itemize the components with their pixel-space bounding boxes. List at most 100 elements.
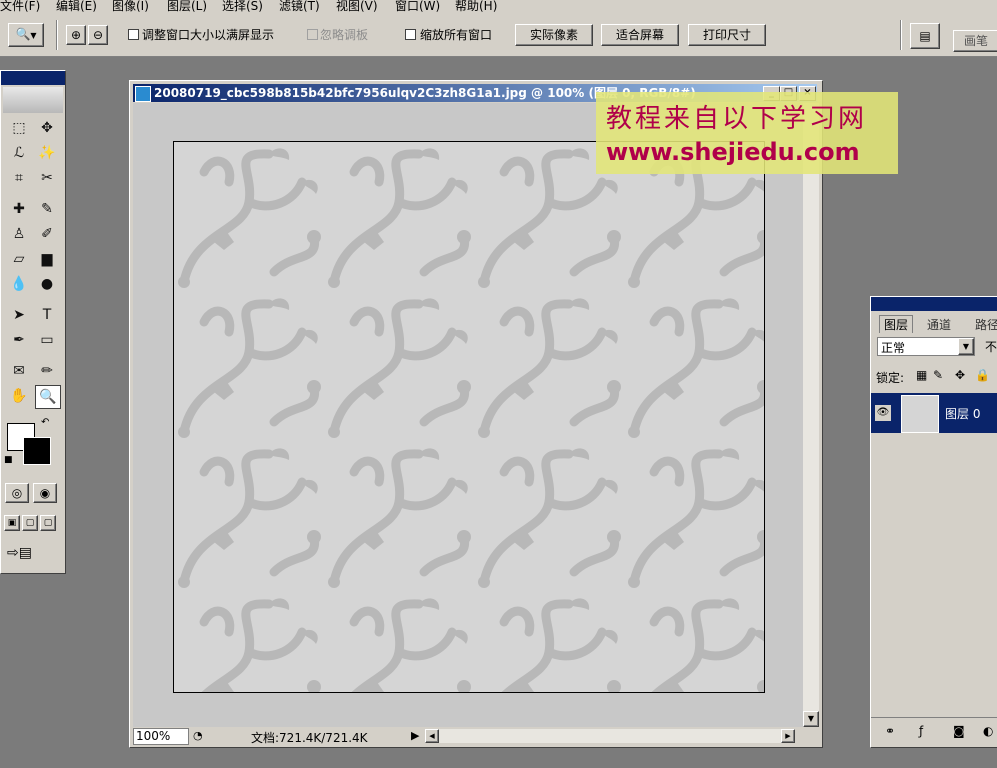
menu-window[interactable]: 窗口(W) <box>395 0 440 14</box>
print-size-button[interactable]: 打印尺寸 <box>688 24 766 46</box>
damask-pattern-image <box>174 142 764 692</box>
background-color-swatch[interactable] <box>23 437 51 465</box>
actual-pixels-button[interactable]: 实际像素 <box>515 24 593 46</box>
layer-name: 图层 0 <box>945 407 981 421</box>
brush-tool-icon[interactable]: ✎ <box>35 198 59 220</box>
lock-position-icon[interactable]: ✥ <box>955 368 965 382</box>
pen-tool-icon[interactable]: ✒ <box>7 329 31 351</box>
clone-stamp-tool-icon[interactable]: ♙ <box>7 223 31 245</box>
screen-mode-full-icon[interactable]: ▢ <box>40 515 56 531</box>
palette-well-icon[interactable]: ▤ <box>910 23 940 49</box>
menu-bar: 文件(F) 编辑(E) 图像(I) 图层(L) 选择(S) 滤镜(T) 视图(V… <box>0 0 997 14</box>
status-bar: 100% ◔ 文档:721.4K/721.4K ▶ ◀ ▶ <box>133 728 819 745</box>
watermark-banner: 教程来自以下学习网 www.shejiedu.com <box>596 92 898 174</box>
menu-filter[interactable]: 滤镜(T) <box>279 0 320 14</box>
blur-tool-icon[interactable]: 💧 <box>7 273 31 295</box>
path-select-tool-icon[interactable]: ➤ <box>7 304 31 326</box>
zoom-out-icon[interactable]: ⊖ <box>88 25 108 45</box>
eraser-tool-icon[interactable]: ▱ <box>7 248 31 270</box>
eyedropper-tool-icon[interactable]: ✏ <box>35 360 59 382</box>
shape-tool-icon[interactable]: ▭ <box>35 329 59 351</box>
menu-view[interactable]: 视图(V) <box>336 0 378 14</box>
horizontal-scrollbar[interactable]: ◀ ▶ <box>425 729 795 743</box>
vertical-scrollbar[interactable]: ▼ <box>803 103 819 727</box>
ignore-palettes-label: 忽略调板 <box>320 28 369 42</box>
gradient-tool-icon[interactable]: ▆ <box>35 248 59 270</box>
marquee-tool-icon[interactable]: ⬚ <box>7 117 31 139</box>
image-canvas[interactable] <box>173 141 765 693</box>
layers-bottom-bar: ⚭ ƒ ◙ ◐ <box>871 717 997 746</box>
lasso-tool-icon[interactable]: ℒ <box>7 142 31 164</box>
tab-layers[interactable]: 图层 <box>879 315 914 333</box>
scroll-left-icon[interactable]: ◀ <box>425 729 439 743</box>
swap-colors-icon[interactable]: ↶ <box>41 417 49 428</box>
menu-select[interactable]: 选择(S) <box>222 0 263 14</box>
opacity-label: 不 <box>985 340 997 354</box>
tab-paths[interactable]: 路径 <box>975 316 997 333</box>
zoom-all-label: 缩放所有窗口 <box>420 28 493 42</box>
document-window: 20080719_cbc598b815b42bfc7956ulqv2C3zh8G… <box>129 80 823 748</box>
watermark-title: 教程来自以下学习网 <box>606 104 868 134</box>
crop-tool-icon[interactable]: ⌗ <box>7 167 31 189</box>
fit-screen-button[interactable]: 适合屏幕 <box>601 24 679 46</box>
quick-mask-icon[interactable]: ◉ <box>33 483 57 503</box>
link-icon[interactable]: ⚭ <box>885 724 895 738</box>
status-menu-icon[interactable]: ◔ <box>193 729 203 742</box>
ignore-palettes-checkbox[interactable] <box>307 29 318 40</box>
style-icon[interactable]: ƒ <box>919 724 923 738</box>
dodge-tool-icon[interactable]: ● <box>35 273 59 295</box>
mask-icon[interactable]: ◙ <box>953 724 965 738</box>
history-brush-tool-icon[interactable]: ✐ <box>35 223 59 245</box>
blend-mode-select[interactable]: 正常 ▼ <box>877 337 975 356</box>
brushes-tab[interactable]: 画笔 <box>953 30 997 52</box>
layers-palette: 图层 通道 路径 正常 ▼ 不 锁定: ▦ ✎ ✥ 🔒 👁 图层 0 ⚭ ƒ ◙… <box>870 296 997 748</box>
move-tool-icon[interactable]: ✥ <box>35 117 59 139</box>
tool-preset-picker[interactable]: 🔍▼ <box>8 23 44 47</box>
toolbox-titlebar[interactable] <box>1 71 65 85</box>
lock-label: 锁定: <box>876 371 905 385</box>
menu-file[interactable]: 文件(F) <box>0 0 40 14</box>
adobe-feather-logo[interactable] <box>3 87 63 113</box>
default-colors-icon[interactable]: ■ <box>4 455 13 465</box>
type-tool-icon[interactable]: T <box>35 304 59 326</box>
healing-brush-tool-icon[interactable]: ✚ <box>7 198 31 220</box>
menu-image[interactable]: 图像(I) <box>112 0 149 14</box>
canvas-area[interactable] <box>133 103 803 727</box>
layers-titlebar[interactable] <box>871 297 997 311</box>
document-icon <box>135 86 151 102</box>
eye-icon[interactable]: 👁 <box>875 405 891 421</box>
screen-mode-menu-icon[interactable]: ▢ <box>22 515 38 531</box>
scroll-right-icon[interactable]: ▶ <box>781 729 795 743</box>
lock-all-icon[interactable]: 🔒 <box>975 368 990 382</box>
slice-tool-icon[interactable]: ✂ <box>35 167 59 189</box>
layer-thumbnail <box>901 395 939 433</box>
blend-mode-value: 正常 <box>881 341 906 355</box>
scroll-down-icon[interactable]: ▼ <box>803 711 819 727</box>
resize-windows-label: 调整窗口大小以满屏显示 <box>142 28 275 42</box>
status-arrow-icon[interactable]: ▶ <box>411 729 419 742</box>
tab-channels[interactable]: 通道 <box>927 316 951 333</box>
notes-tool-icon[interactable]: ✉ <box>7 360 31 382</box>
toolbox: ↶ ■ ◎ ◉ ▣ ▢ ▢ ⇨▤ ⬚ ✥ ℒ ✨ ⌗ ✂ ✚ ✎ ♙ ✐ ▱ ▆ 💧 ● ➤ T ✒ ▭ ✉ ✏ ✋ 🔍 <box>0 70 66 574</box>
lock-transparency-icon[interactable]: ▦ <box>916 368 927 382</box>
hand-tool-icon[interactable]: ✋ <box>7 385 31 407</box>
menu-layer[interactable]: 图层(L) <box>167 0 207 14</box>
new-set-icon[interactable]: ◐ <box>983 724 993 738</box>
jump-to-imageready-icon[interactable]: ⇨▤ <box>7 545 32 561</box>
menu-help[interactable]: 帮助(H) <box>455 0 497 14</box>
menu-edit[interactable]: 编辑(E) <box>56 0 97 14</box>
options-bar: 🔍▼ ⊕ ⊖ 调整窗口大小以满屏显示 忽略调板 缩放所有窗口 实际像素 适合屏幕… <box>0 14 997 57</box>
zoom-in-icon[interactable]: ⊕ <box>66 25 86 45</box>
watermark-url: www.shejiedu.com <box>606 138 860 166</box>
zoom-tool-icon: 🔍 <box>15 27 31 41</box>
layer-row[interactable]: 👁 图层 0 <box>871 393 997 433</box>
zoom-tool-icon[interactable]: 🔍 <box>35 385 61 409</box>
resize-windows-checkbox[interactable] <box>128 29 139 40</box>
zoom-level-field[interactable]: 100% <box>133 728 189 745</box>
screen-mode-standard-icon[interactable]: ▣ <box>4 515 20 531</box>
standard-mode-icon[interactable]: ◎ <box>5 483 29 503</box>
zoom-all-checkbox[interactable] <box>405 29 416 40</box>
magic-wand-tool-icon[interactable]: ✨ <box>35 142 59 164</box>
chevron-down-icon[interactable]: ▼ <box>958 338 974 355</box>
lock-image-icon[interactable]: ✎ <box>933 368 943 382</box>
